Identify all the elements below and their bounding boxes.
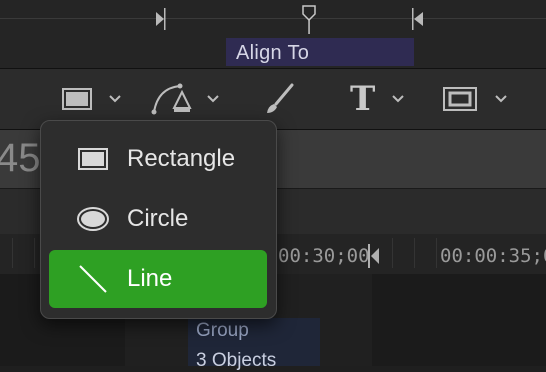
align-to-label: Align To xyxy=(236,42,310,64)
line-icon xyxy=(79,265,107,293)
playhead-marker[interactable] xyxy=(300,4,318,34)
rectangle-icon xyxy=(78,148,108,170)
circle-icon xyxy=(77,207,109,231)
pen-icon xyxy=(151,83,192,115)
menu-item-label: Line xyxy=(127,265,173,292)
out-point-marker[interactable] xyxy=(410,8,426,30)
group-clip-count: 3 Objects xyxy=(196,350,277,371)
paintbrush-icon xyxy=(267,83,294,113)
chevron-down-icon xyxy=(495,95,507,103)
menu-item-circle[interactable]: Circle xyxy=(49,190,267,248)
mask-icon xyxy=(443,87,477,111)
timecode-display: 45 xyxy=(0,136,41,180)
in-point-marker[interactable] xyxy=(154,8,168,30)
menu-item-label: Rectangle xyxy=(127,145,236,172)
rectangle-icon xyxy=(62,88,92,110)
chevron-down-icon xyxy=(207,95,219,103)
group-clip-label: Group xyxy=(196,320,249,341)
paint-stroke-tool-button[interactable] xyxy=(262,80,296,118)
ruler-timecode: 00:00:35;0 xyxy=(440,245,546,267)
ruler-timecode: 00:30;00 xyxy=(278,245,370,267)
menu-item-rectangle[interactable]: Rectangle xyxy=(49,130,267,188)
pen-tool-button[interactable] xyxy=(150,80,220,118)
out-point-marker[interactable] xyxy=(366,244,382,268)
mask-tool-button[interactable] xyxy=(442,80,508,118)
chevron-down-icon xyxy=(109,95,121,103)
chevron-down-icon xyxy=(392,95,405,103)
menu-item-label: Circle xyxy=(127,205,189,232)
mini-timeline-line xyxy=(0,18,546,19)
shape-tool-button[interactable] xyxy=(60,80,122,118)
text-tool-icon: T xyxy=(350,79,376,119)
text-tool-button[interactable]: T xyxy=(350,79,405,119)
menu-item-line[interactable]: Line xyxy=(49,250,267,308)
